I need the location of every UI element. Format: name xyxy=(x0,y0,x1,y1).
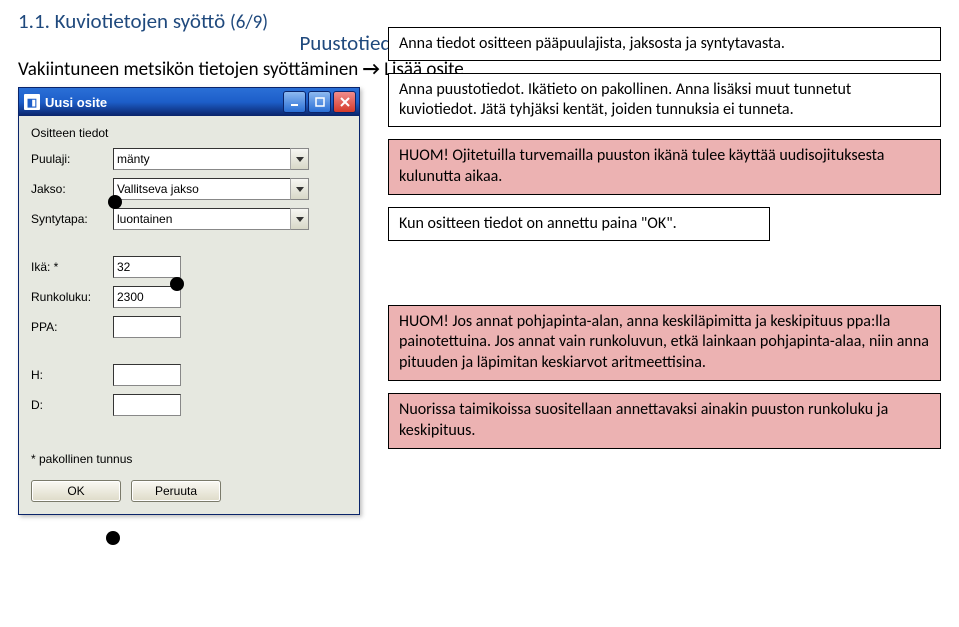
row-ppa: PPA: xyxy=(31,316,347,338)
footnote: * pakollinen tunnus xyxy=(31,452,347,466)
arrow-icon: → xyxy=(363,58,380,81)
h-label: H: xyxy=(31,368,113,382)
row-ika: Ikä: * xyxy=(31,256,347,278)
intro-pre: Vakiintuneen metsikön tietojen syöttämin… xyxy=(18,58,358,81)
ika-input[interactable] xyxy=(113,256,181,278)
chevron-down-icon xyxy=(296,187,304,192)
callout-box: Kun ositteen tiedot on annettu paina "OK… xyxy=(388,207,770,241)
callout-text: HUOM! Jos annat pohjapinta-alan, anna ke… xyxy=(399,312,929,373)
row-d: D: xyxy=(31,394,347,416)
callout-text: Kun ositteen tiedot on annettu paina "OK… xyxy=(399,214,677,233)
callout-box: Anna tiedot ositteen pääpuulajista, jaks… xyxy=(388,27,941,61)
cancel-button[interactable]: Peruuta xyxy=(131,480,221,502)
dialog-uusi-osite: ◧ Uusi osite Ositteen tiedot Puulaji: xyxy=(18,87,360,515)
ppa-label: PPA: xyxy=(31,320,113,334)
connector-dot xyxy=(106,531,120,545)
callout-text: Nuorissa taimikoissa suositellaan annett… xyxy=(399,400,888,440)
close-button[interactable] xyxy=(333,91,356,113)
syntytapa-dropdown-button[interactable] xyxy=(290,208,309,230)
chevron-down-icon xyxy=(296,217,304,222)
callout-text: Anna puustotiedot. Ikätieto on pakolline… xyxy=(399,80,851,119)
jakso-combo[interactable] xyxy=(113,178,309,200)
puulaji-label: Puulaji: xyxy=(31,152,113,166)
d-input[interactable] xyxy=(113,394,181,416)
puulaji-dropdown-button[interactable] xyxy=(290,148,309,170)
app-icon: ◧ xyxy=(24,94,40,110)
callout-warning-box: HUOM! Ojitetuilla turvemailla puuston ik… xyxy=(388,139,941,195)
callout-text: Anna tiedot ositteen pääpuulajista, jaks… xyxy=(399,34,785,53)
h-input[interactable] xyxy=(113,364,181,386)
d-label: D: xyxy=(31,398,113,412)
puulaji-combo[interactable] xyxy=(113,148,309,170)
syntytapa-combo[interactable] xyxy=(113,208,309,230)
minimize-button[interactable] xyxy=(283,91,306,113)
maximize-button[interactable] xyxy=(308,91,331,113)
syntytapa-label: Syntytapa: xyxy=(31,212,113,226)
connector-dot xyxy=(170,277,184,291)
chevron-down-icon xyxy=(296,157,304,162)
connector-dot xyxy=(108,195,122,209)
titlebar[interactable]: ◧ Uusi osite xyxy=(19,88,359,116)
jakso-label: Jakso: xyxy=(31,182,113,196)
row-jakso: Jakso: xyxy=(31,178,347,200)
group-label: Ositteen tiedot xyxy=(31,126,347,140)
close-icon xyxy=(340,97,350,107)
puulaji-input[interactable] xyxy=(113,148,290,170)
row-syntytapa: Syntytapa: xyxy=(31,208,347,230)
maximize-icon xyxy=(315,97,325,107)
callout-warning-box: Nuorissa taimikoissa suositellaan annett… xyxy=(388,393,941,449)
ppa-input[interactable] xyxy=(113,316,181,338)
callout-box: Anna puustotiedot. Ikätieto on pakolline… xyxy=(388,73,941,127)
ika-label: Ikä: * xyxy=(31,260,113,274)
runkoluku-input[interactable] xyxy=(113,286,181,308)
ok-button[interactable]: OK xyxy=(31,480,121,502)
row-puulaji: Puulaji: xyxy=(31,148,347,170)
callout-text: HUOM! Ojitetuilla turvemailla puuston ik… xyxy=(399,146,884,186)
window-title: Uusi osite xyxy=(45,95,281,110)
callout-warning-box: HUOM! Jos annat pohjapinta-alan, anna ke… xyxy=(388,305,941,381)
heading-number: 1.1. xyxy=(18,8,50,34)
jakso-dropdown-button[interactable] xyxy=(290,178,309,200)
syntytapa-input[interactable] xyxy=(113,208,290,230)
row-h: H: xyxy=(31,364,347,386)
heading-step: (6/9) xyxy=(230,11,268,34)
runkoluku-label: Runkoluku: xyxy=(31,290,113,304)
minimize-icon xyxy=(290,97,300,107)
heading-title: Kuviotietojen syöttö xyxy=(55,8,226,34)
row-runkoluku: Runkoluku: xyxy=(31,286,347,308)
jakso-input[interactable] xyxy=(113,178,290,200)
